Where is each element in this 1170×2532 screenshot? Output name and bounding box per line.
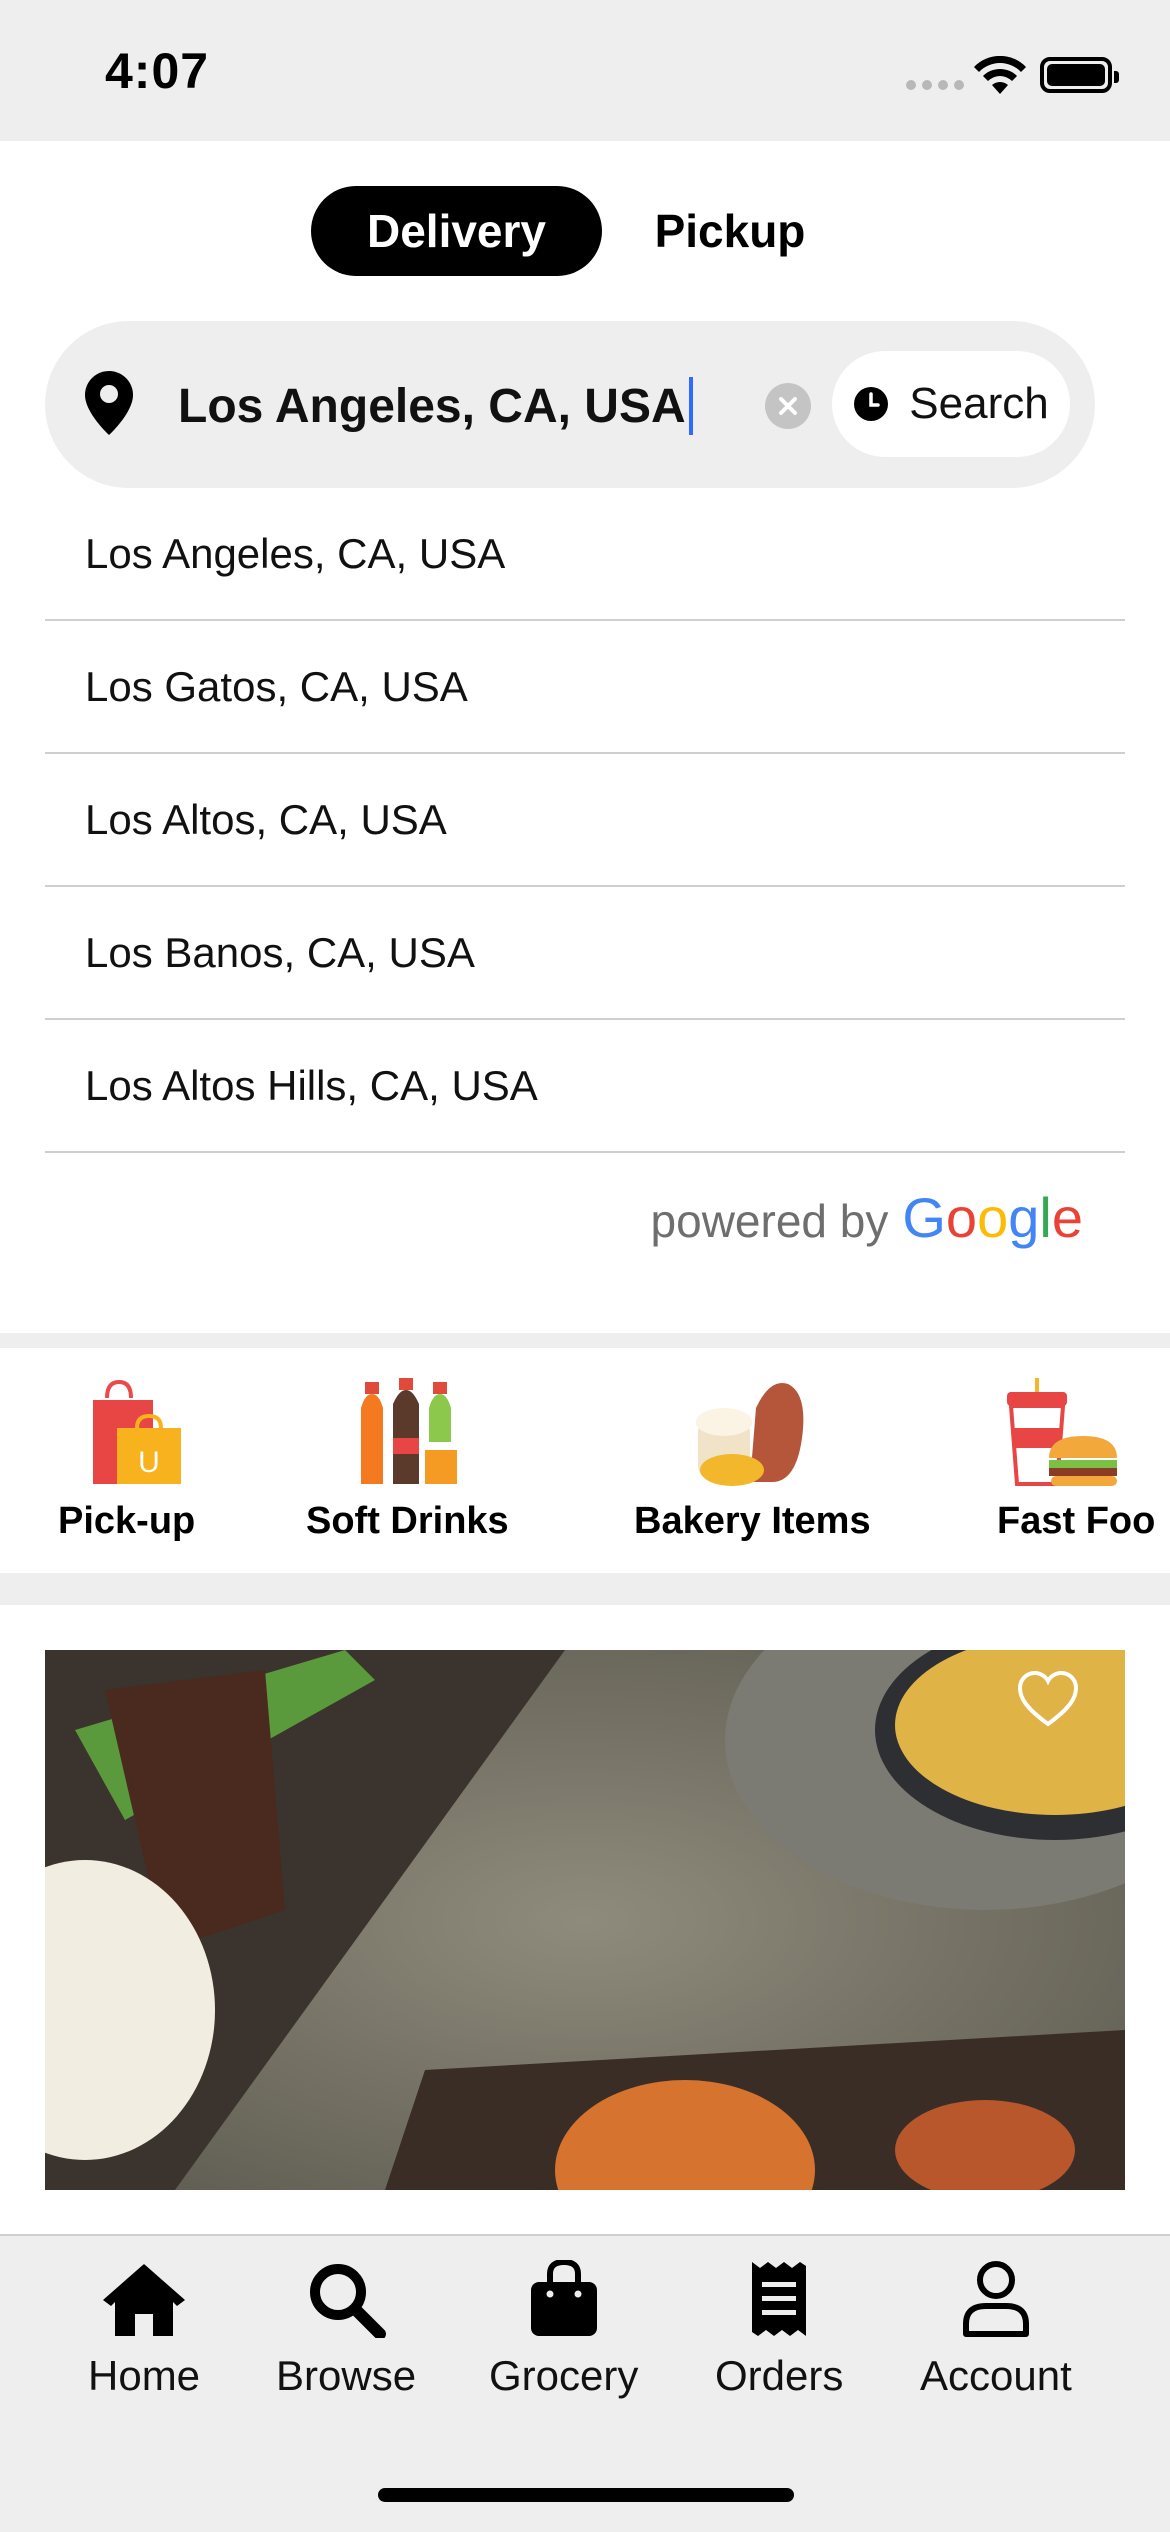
cellular-signal-icon <box>906 80 964 90</box>
search-button-label: Search <box>909 379 1049 428</box>
google-logo: Google <box>902 1186 1083 1249</box>
suggestion-item[interactable]: Los Altos, CA, USA <box>45 754 1125 887</box>
section-divider <box>0 1333 1170 1348</box>
tab-label: Orders <box>715 2352 844 2399</box>
receipt-icon <box>752 2262 807 2336</box>
suggestion-item[interactable]: Los Banos, CA, USA <box>45 887 1125 1020</box>
category-pickup[interactable]: U Pick-up <box>58 1378 195 1543</box>
suggestion-item[interactable]: Los Altos Hills, CA, USA <box>45 1020 1125 1153</box>
shopping-bags-icon: U <box>92 1379 181 1484</box>
suggestion-item[interactable]: Los Angeles, CA, USA <box>45 488 1125 621</box>
search-icon <box>310 2264 387 2338</box>
wifi-icon <box>974 56 1026 94</box>
tab-browse[interactable]: Browse <box>276 2260 416 2400</box>
heart-icon[interactable] <box>1016 1670 1080 1728</box>
soda-bottles-icon <box>361 1378 462 1484</box>
category-label: Soft Drinks <box>306 1500 509 1542</box>
address-input[interactable]: Los Angeles, CA, USA <box>178 377 693 435</box>
person-icon <box>962 2261 1029 2337</box>
powered-by-google: powered by Google <box>651 1185 1083 1250</box>
category-carousel: U Pick-up Soft Drinks Bakery Items Fast … <box>0 1348 1170 1573</box>
suggestion-list: Los Angeles, CA, USA Los Gatos, CA, USA … <box>45 488 1125 1153</box>
category-soft-drinks[interactable]: Soft Drinks <box>306 1378 509 1543</box>
category-label: Pick-up <box>58 1500 196 1542</box>
battery-icon <box>1040 57 1119 93</box>
tab-label: Account <box>920 2352 1072 2399</box>
section-divider <box>0 1573 1170 1605</box>
clock-icon <box>854 387 889 421</box>
svg-text:U: U <box>138 1446 160 1479</box>
tab-grocery[interactable]: Grocery <box>489 2260 638 2400</box>
tab-label: Browse <box>276 2352 417 2399</box>
suggestion-item[interactable]: Los Gatos, CA, USA <box>45 621 1125 754</box>
tab-account[interactable]: Account <box>920 2260 1072 2400</box>
tab-home[interactable]: Home <box>88 2260 200 2400</box>
home-icon <box>103 2264 186 2336</box>
fast-food-icon <box>1007 1378 1117 1486</box>
location-pin-icon <box>85 371 133 435</box>
tab-label: Home <box>88 2352 201 2399</box>
powered-by-text: powered by <box>650 1195 889 1247</box>
pickup-toggle-button[interactable]: Pickup <box>622 186 838 276</box>
tab-label: Grocery <box>489 2352 639 2399</box>
category-label: Fast Foo <box>997 1500 1156 1542</box>
address-input-value: Los Angeles, CA, USA <box>178 379 686 433</box>
delivery-toggle-button[interactable]: Delivery <box>311 186 602 276</box>
category-fast-food[interactable]: Fast Foo <box>997 1378 1155 1543</box>
clear-input-icon[interactable] <box>765 383 811 429</box>
text-caret <box>688 377 693 435</box>
food-photo <box>45 1650 1125 2190</box>
category-bakery-items[interactable]: Bakery Items <box>634 1378 871 1543</box>
restaurant-hero-image[interactable] <box>45 1650 1125 2190</box>
home-indicator <box>378 2488 794 2502</box>
shopping-bag-icon <box>530 2260 597 2336</box>
category-label: Bakery Items <box>634 1500 871 1542</box>
status-time: 4:07 <box>105 43 210 99</box>
search-button[interactable]: Search <box>832 351 1070 457</box>
tab-orders[interactable]: Orders <box>715 2260 843 2400</box>
address-search-bar: Los Angeles, CA, USA Search <box>45 321 1095 488</box>
bread-icon <box>696 1383 804 1486</box>
status-bar: 4:07 <box>0 0 1170 141</box>
